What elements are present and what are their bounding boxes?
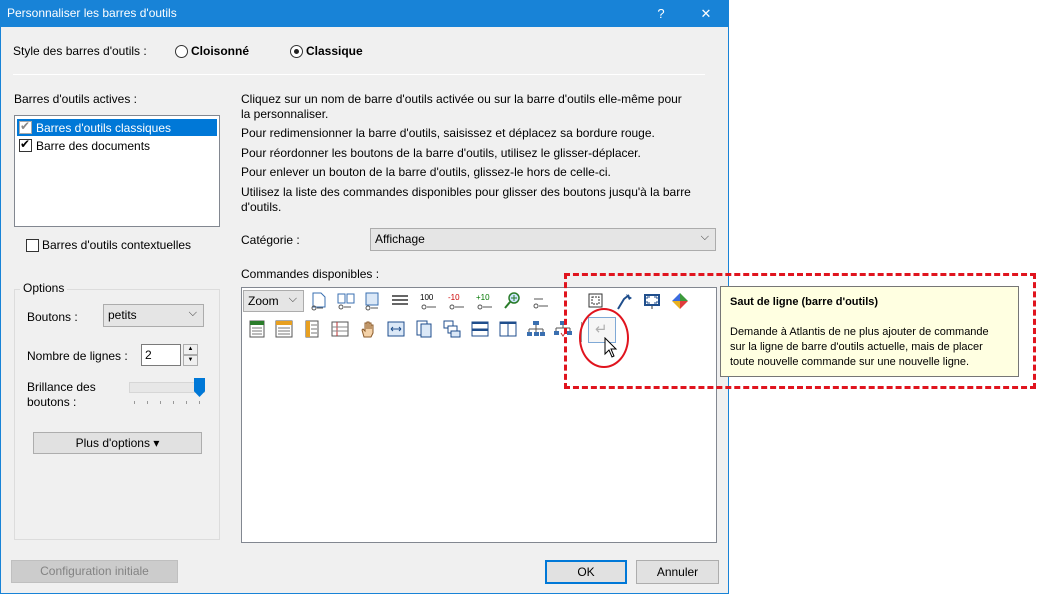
category-value: Affichage [375,232,425,246]
chevron-down-icon: ⌵ [700,231,709,243]
chevron-down-icon: ⌵ [188,307,197,319]
vertical-ruler-icon[interactable] [302,319,322,339]
radio-classique-label[interactable]: Classique [306,44,363,58]
hand-icon[interactable] [358,319,378,339]
tile-vertical-icon[interactable] [498,319,518,339]
list-item-label: Barre des documents [36,139,151,153]
help-button[interactable]: ? [639,1,683,27]
page-width-icon[interactable] [363,291,383,311]
reset-configuration-button[interactable]: Configuration initiale [11,560,178,583]
chevron-down-icon: ⌵ [288,293,297,305]
copy-windows-icon[interactable] [442,319,462,339]
two-pages-icon[interactable] [336,291,356,311]
table-grid-icon[interactable] [330,319,350,339]
slider-tick [160,401,161,404]
brightness-label: Brillance des [27,380,96,394]
spin-up-button[interactable]: ▲ [183,344,198,355]
list-item-document-bar[interactable]: Barre des documents [17,137,217,154]
slider-tick [186,401,187,404]
tooltip-line: Demande à Atlantis de ne plus ajouter de… [730,326,989,338]
instruction-line: Cliquez sur un nom de barre d'outils act… [241,92,682,106]
toolbar-style-label: Style des barres d'outils : [13,44,147,58]
radio-classique[interactable] [290,45,303,58]
zoom-select[interactable]: Zoom ⌵ [243,290,304,312]
more-options-button[interactable]: Plus d'options ▾ [33,432,202,454]
cancel-button[interactable]: Annuler [636,560,719,584]
lines-count-label: Nombre de lignes : [27,349,128,363]
ruler-icon[interactable] [247,319,267,339]
buttons-size-label: Boutons : [27,310,78,324]
zoom-100-icon[interactable]: 100 [419,291,439,311]
tooltip: Saut de ligne (barre d'outils) Demande à… [720,286,1019,377]
slider-tick [147,401,148,404]
instruction-line: Pour enlever un bouton de la barre d'out… [241,165,611,179]
title-bar: Personnaliser les barres d'outils ? ✕ [1,1,728,27]
commands-label: Commandes disponibles : [241,267,380,281]
slider-tick [134,401,135,404]
lines-count-value: 2 [145,348,152,362]
zoom-minus-10-text: -10 [448,293,460,302]
instruction-line: la personnaliser. [241,107,329,121]
tile-horizontal-icon[interactable] [470,319,490,339]
instruction-line: d'outils. [241,200,282,214]
toolbar-icon[interactable] [274,319,294,339]
instruction-line: Utilisez la liste des commandes disponib… [241,185,691,199]
zoom-value: Zoom [248,294,279,308]
lines-count-input[interactable]: 2 [141,344,181,366]
zoom-plus-10-icon[interactable]: +10 [475,291,495,311]
zoom-plus-10-text: +10 [476,293,490,302]
category-select[interactable]: Affichage ⌵ [370,228,716,251]
contextual-toolbars-checkbox[interactable] [26,239,39,252]
lines-icon[interactable] [390,291,410,311]
document-icon[interactable] [414,319,434,339]
buttons-size-value: petits [108,308,137,322]
dialog-title: Personnaliser les barres d'outils [7,6,177,20]
ok-button[interactable]: OK [545,560,627,584]
slider-tick [199,401,200,404]
buttons-size-select[interactable]: petits ⌵ [103,304,204,327]
active-toolbars-label: Barres d'outils actives : [14,92,138,106]
radio-cloisonne[interactable] [175,45,188,58]
contextual-toolbars-label[interactable]: Barres d'outils contextuelles [42,238,191,252]
zoom-100-text: 100 [420,293,434,302]
page-icon[interactable] [309,291,329,311]
zoom-minus-10-icon[interactable]: -10 [447,291,467,311]
classic-toolbars-checkbox[interactable] [19,119,32,134]
magnifier-icon[interactable] [503,291,523,311]
slider-tick [173,401,174,404]
instruction-line: Pour réordonner les boutons de la barre … [241,146,641,160]
fit-width-icon[interactable] [386,319,406,339]
list-item-classic-toolbars[interactable]: Barres d'outils classiques [17,119,217,136]
zoom-minus-icon[interactable] [531,291,551,311]
network-icon[interactable] [526,319,546,339]
document-bar-checkbox[interactable] [19,137,32,152]
options-group-title: Options [20,281,68,295]
tooltip-line: toute nouvelle commande sur une nouvelle… [730,356,970,368]
active-toolbars-list[interactable]: Barres d'outils classiques Barre des doc… [14,115,220,227]
brightness-label-2: boutons : [27,395,77,409]
list-item-label: Barres d'outils classiques [36,121,172,135]
radio-cloisonne-label[interactable]: Cloisonné [191,44,249,58]
category-label: Catégorie : [241,233,300,247]
separator [13,74,705,75]
tooltip-line: sur la ligne de barre d'outils actuelle,… [730,341,983,353]
close-button[interactable]: ✕ [684,1,728,27]
tooltip-title: Saut de ligne (barre d'outils) [730,296,879,308]
spin-down-button[interactable]: ▼ [183,355,198,366]
instruction-line: Pour redimensionner la barre d'outils, s… [241,126,655,140]
brightness-slider-track[interactable] [129,382,205,393]
